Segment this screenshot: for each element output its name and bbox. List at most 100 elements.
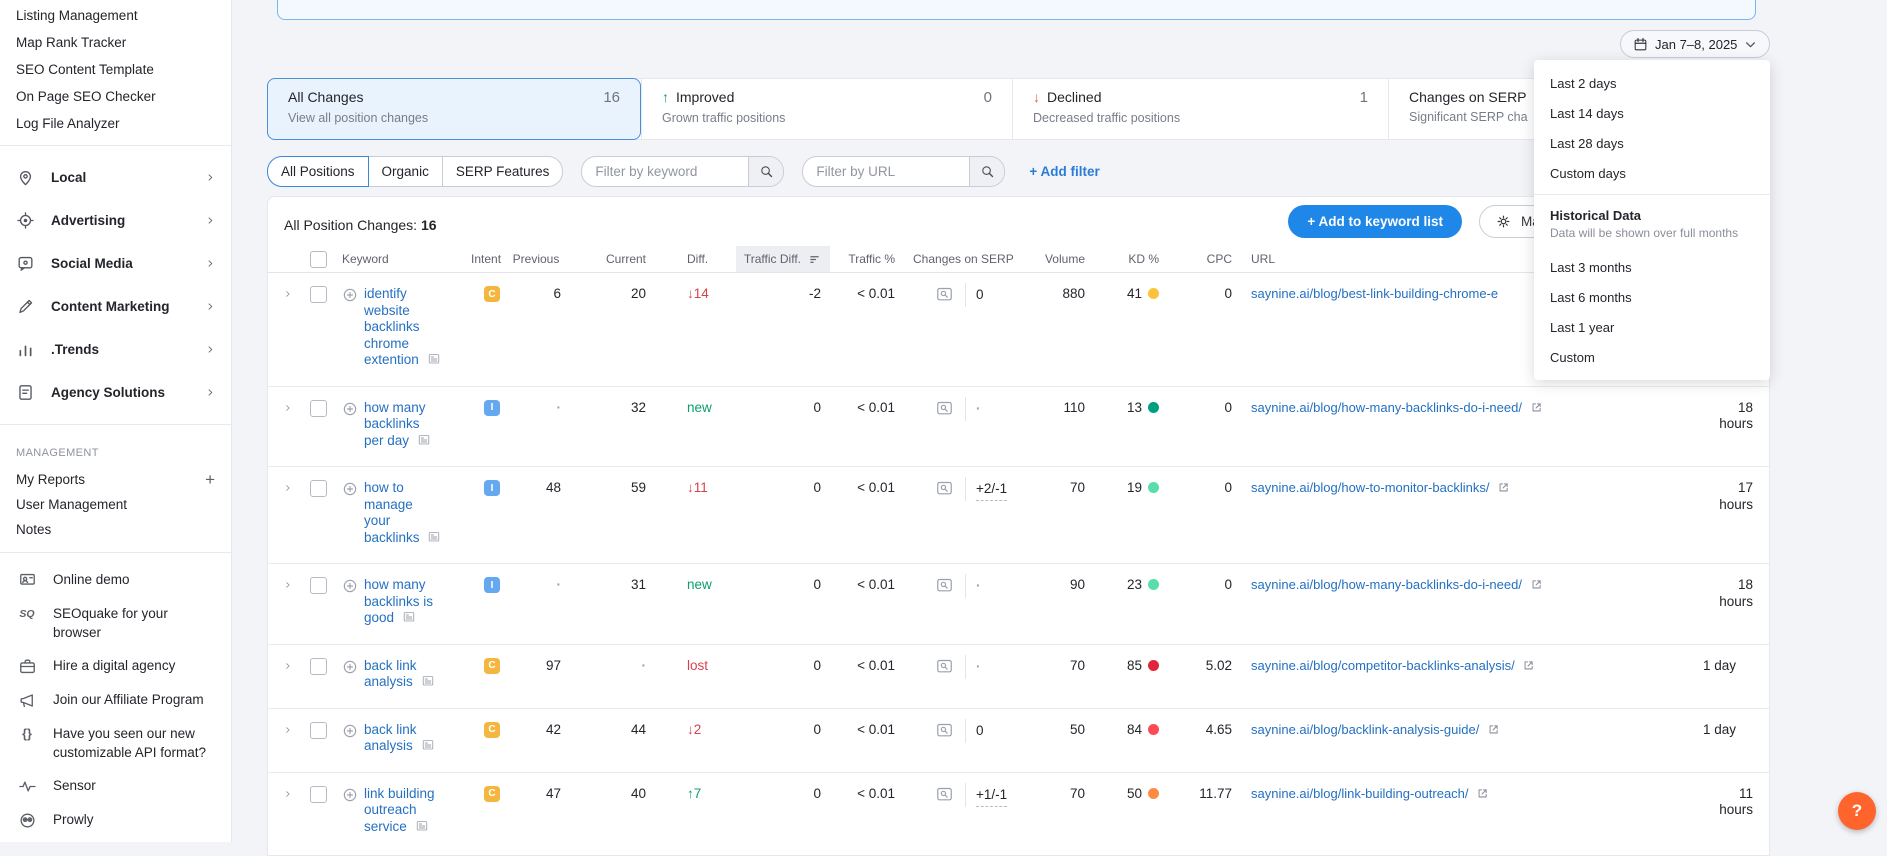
sidebar-item-user-management[interactable]: User Management: [0, 492, 231, 517]
sidebar-item-prowly[interactable]: Prowly: [0, 803, 231, 837]
summary-card-improved[interactable]: ↑ Improved 0 Grown traffic positions: [641, 79, 1012, 139]
serp-preview-icon[interactable]: [934, 480, 955, 501]
serp-snapshot-icon[interactable]: [421, 675, 435, 687]
sidebar-item-local[interactable]: Local: [0, 156, 231, 199]
row-checkbox[interactable]: [310, 785, 327, 803]
tab-organic[interactable]: Organic: [367, 156, 443, 187]
column-previous[interactable]: Previous: [511, 246, 561, 272]
expand-chevron-icon[interactable]: [284, 722, 292, 736]
expand-chevron-icon[interactable]: [284, 286, 292, 300]
serp-changes-value[interactable]: +1/-1: [976, 786, 1008, 807]
serp-changes-value[interactable]: +2/-1: [976, 480, 1008, 501]
keyword-link[interactable]: back link analysis: [364, 658, 442, 691]
add-to-keyword-list-button[interactable]: + Add to keyword list: [1288, 205, 1462, 238]
dropdown-item-last-3-months[interactable]: Last 3 months: [1534, 252, 1770, 282]
serp-snapshot-icon[interactable]: [415, 820, 429, 832]
keyword-link[interactable]: how to manage your backlinks: [364, 480, 442, 546]
expand-chevron-icon[interactable]: [284, 577, 292, 591]
keyword-link[interactable]: how many backlinks per day: [364, 400, 442, 450]
keyword-search-button[interactable]: [748, 157, 784, 186]
column-kd[interactable]: KD %: [1094, 246, 1161, 272]
sidebar-item-social-media[interactable]: Social Media: [0, 242, 231, 285]
column-changes-on-serp[interactable]: Changes on SERP: [904, 246, 1034, 272]
plus-circle-icon[interactable]: [342, 722, 358, 755]
url-link[interactable]: saynine.ai/blog/link-building-outreach/: [1251, 786, 1488, 801]
help-button[interactable]: ?: [1838, 792, 1876, 830]
row-checkbox[interactable]: [310, 577, 327, 594]
row-checkbox[interactable]: [310, 657, 327, 675]
keyword-link[interactable]: back link analysis: [364, 722, 442, 755]
sidebar-item-hire-a-digital-agency[interactable]: Hire a digital agency: [0, 649, 231, 683]
dropdown-item-custom[interactable]: Custom: [1534, 342, 1770, 372]
sidebar-item-log-file-analyzer[interactable]: Log File Analyzer: [0, 113, 231, 135]
column-current[interactable]: Current: [561, 246, 646, 272]
plus-circle-icon[interactable]: [342, 786, 358, 836]
summary-card-declined[interactable]: ↓ Declined 1 Decreased traffic positions: [1012, 79, 1388, 139]
serp-snapshot-icon[interactable]: [417, 434, 431, 446]
date-range-button[interactable]: Jan 7–8, 2025: [1620, 30, 1771, 58]
plus-circle-icon[interactable]: [342, 400, 358, 450]
dropdown-item-last-28-days[interactable]: Last 28 days: [1534, 128, 1770, 158]
serp-preview-icon[interactable]: [934, 722, 955, 743]
column-volume[interactable]: Volume: [1034, 246, 1094, 272]
column-intent[interactable]: Intent: [471, 246, 511, 272]
column-diff[interactable]: Diff.: [646, 246, 736, 272]
serp-snapshot-icon[interactable]: [427, 531, 441, 543]
plus-circle-icon[interactable]: [342, 480, 358, 546]
row-checkbox[interactable]: [310, 480, 327, 497]
url-search-button[interactable]: [969, 157, 1005, 186]
tab-all-positions[interactable]: All Positions: [267, 156, 369, 187]
sidebar-item-sensor[interactable]: Sensor: [0, 769, 231, 803]
serp-preview-icon[interactable]: [934, 577, 955, 598]
row-checkbox[interactable]: [310, 399, 327, 417]
expand-chevron-icon[interactable]: [284, 400, 292, 414]
url-link[interactable]: saynine.ai/blog/backlink-analysis-guide/: [1251, 722, 1499, 737]
serp-snapshot-icon[interactable]: [427, 353, 441, 365]
dropdown-item-last-6-months[interactable]: Last 6 months: [1534, 282, 1770, 312]
tab-serp-features[interactable]: SERP Features: [441, 156, 564, 187]
url-link[interactable]: saynine.ai/blog/how-many-backlinks-do-i-…: [1251, 400, 1542, 415]
dropdown-item-last-2-days[interactable]: Last 2 days: [1534, 68, 1770, 98]
keyword-filter-input[interactable]: [582, 157, 749, 186]
column-traffic-pct[interactable]: Traffic %: [830, 246, 904, 272]
url-link[interactable]: saynine.ai/blog/how-to-monitor-backlinks…: [1251, 480, 1509, 495]
sidebar-item-my-reports[interactable]: My Reports +: [0, 467, 231, 492]
expand-chevron-icon[interactable]: [284, 658, 292, 672]
sidebar-item-join-our-affiliate-program[interactable]: Join our Affiliate Program: [0, 683, 231, 717]
summary-card-all-changes[interactable]: All Changes 16 View all position changes: [267, 78, 641, 140]
sidebar-item-have-you-seen-our-new-customizable-api-format[interactable]: {} Have you seen our new customizable API…: [0, 717, 231, 769]
sidebar-item-listing-management[interactable]: Listing Management: [0, 5, 231, 27]
plus-icon[interactable]: +: [205, 469, 215, 490]
url-filter-input[interactable]: [803, 157, 970, 186]
expand-chevron-icon[interactable]: [284, 480, 292, 494]
sidebar-item-on-page-seo-checker[interactable]: On Page SEO Checker: [0, 86, 231, 108]
sidebar-item-seo-content-template[interactable]: SEO Content Template: [0, 59, 231, 81]
plus-circle-icon[interactable]: [342, 577, 358, 627]
row-checkbox[interactable]: [310, 721, 327, 739]
sidebar-item-advertising[interactable]: Advertising: [0, 199, 231, 242]
dropdown-item-custom-days[interactable]: Custom days: [1534, 158, 1770, 188]
select-all-checkbox[interactable]: [310, 250, 327, 268]
column-traffic-diff[interactable]: Traffic Diff.: [736, 246, 830, 272]
serp-preview-icon[interactable]: [934, 658, 955, 679]
sidebar-item-seoquake-for-your-browser[interactable]: SQ SEOquake for your browser: [0, 597, 231, 649]
sidebar-item-agency-solutions[interactable]: Agency Solutions: [0, 371, 231, 414]
url-link[interactable]: saynine.ai/blog/best-link-building-chrom…: [1251, 286, 1498, 301]
plus-circle-icon[interactable]: [342, 658, 358, 691]
sidebar-item-map-rank-tracker[interactable]: Map Rank Tracker: [0, 32, 231, 54]
serp-preview-icon[interactable]: [934, 786, 955, 807]
plus-circle-icon[interactable]: [342, 286, 358, 369]
dropdown-item-last-1-year[interactable]: Last 1 year: [1534, 312, 1770, 342]
url-link[interactable]: saynine.ai/blog/how-many-backlinks-do-i-…: [1251, 577, 1542, 592]
serp-preview-icon[interactable]: [934, 286, 955, 307]
column-cpc[interactable]: CPC: [1161, 246, 1241, 272]
sidebar-item-content-marketing[interactable]: Content Marketing: [0, 285, 231, 328]
keyword-link[interactable]: identify website backlinks chrome extent…: [364, 286, 442, 369]
serp-preview-icon[interactable]: [934, 400, 955, 421]
dropdown-item-last-14-days[interactable]: Last 14 days: [1534, 98, 1770, 128]
column-keyword[interactable]: Keyword: [342, 246, 471, 272]
add-filter-button[interactable]: + Add filter: [1029, 164, 1099, 179]
sidebar-item-trends[interactable]: .Trends: [0, 328, 231, 371]
sidebar-item-notes[interactable]: Notes: [0, 517, 231, 542]
keyword-link[interactable]: how many backlinks is good: [364, 577, 442, 627]
